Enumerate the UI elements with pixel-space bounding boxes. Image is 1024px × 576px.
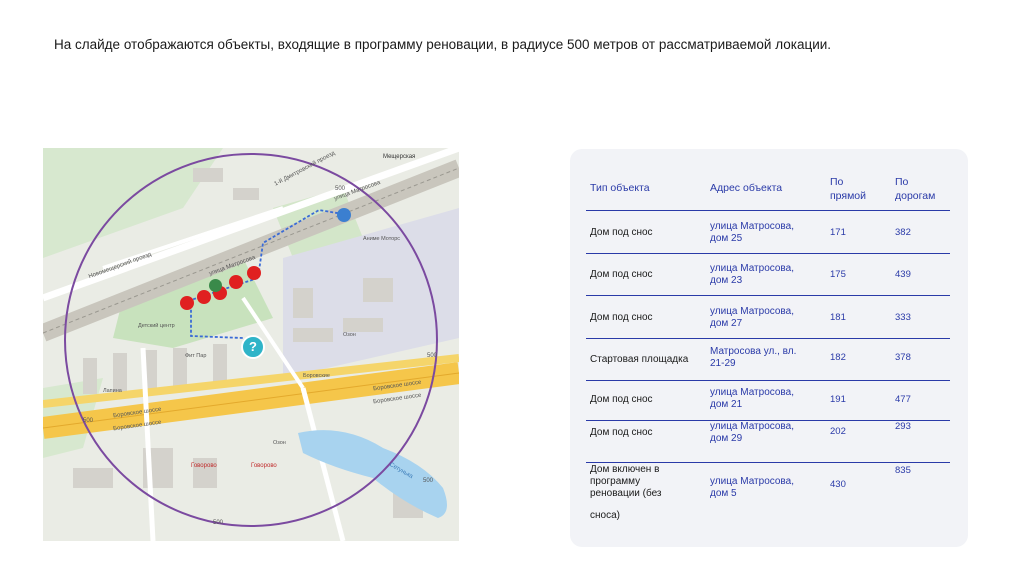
cell-address: улица Матросова, дом 27	[710, 306, 794, 329]
cell-type: Дом под снос	[590, 427, 653, 438]
row-divider	[586, 380, 950, 381]
radius-label: 500	[335, 186, 346, 192]
cell-straight: 171	[830, 227, 846, 238]
header-type: Тип объекта	[590, 182, 650, 194]
cell-straight: 202	[830, 426, 846, 437]
demolition-marker[interactable]	[180, 296, 194, 310]
cell-roads: 477	[895, 394, 911, 405]
cell-address: улица Матросова, дом 23	[710, 263, 794, 286]
demolition-marker[interactable]	[197, 290, 211, 304]
cell-address: улица Матросова, дом 21	[710, 387, 794, 410]
slide-caption: На слайде отображаются объекты, входящие…	[54, 37, 832, 52]
cell-type: Дом под снос	[590, 394, 653, 405]
radius-label: 500	[423, 478, 434, 484]
header-straight: По прямой	[830, 176, 867, 202]
place-label: Фит Пар	[185, 353, 207, 359]
radius-label: 500	[427, 353, 438, 359]
cell-type: Дом включен в программу реновации (без с…	[590, 464, 662, 521]
place-label: Аниме Моторс	[363, 236, 401, 242]
row-divider	[586, 295, 950, 296]
cell-address: Матросова ул., вл. 21-29	[710, 346, 797, 369]
demolition-marker[interactable]	[229, 275, 243, 289]
cell-type: Дом под снос	[590, 227, 653, 238]
cell-type: Дом под снос	[590, 269, 653, 280]
radius-label: 500	[213, 520, 224, 526]
cell-address: улица Матросова, дом 29	[710, 421, 794, 444]
metro-label: Говорово	[191, 463, 217, 469]
row-divider	[586, 462, 950, 463]
row-divider	[586, 210, 950, 211]
cell-roads: 382	[895, 227, 911, 238]
header-address: Адрес объекта	[710, 182, 783, 194]
cell-straight: 191	[830, 394, 846, 405]
cell-type: Стартовая площадка	[590, 354, 689, 365]
header-roads: По дорогам	[895, 176, 936, 202]
cell-straight: 430	[830, 479, 846, 490]
row-divider	[586, 253, 950, 254]
place-label: Детский центр	[138, 323, 175, 329]
row-divider	[586, 338, 950, 339]
distance-table-panel: Тип объекта Адрес объекта По прямой По дор…	[570, 149, 968, 547]
place-label: Озон	[273, 440, 286, 446]
radius-label: 500	[83, 418, 94, 424]
target-location-icon[interactable]: ?	[241, 335, 265, 359]
cell-address: улица Матросова, дом 5	[710, 476, 794, 499]
cell-straight: 175	[830, 269, 846, 280]
cell-roads: 293	[895, 421, 911, 432]
renovation-no-demolition-marker[interactable]	[337, 208, 351, 222]
cell-straight: 182	[830, 352, 846, 363]
place-label: Лапина	[103, 388, 122, 394]
cell-roads: 333	[895, 312, 911, 323]
metro-label: Мещерская	[383, 154, 416, 160]
location-map[interactable]: 1-й Дмитровский проезд Новомещерский про…	[43, 148, 459, 541]
cell-roads: 439	[895, 269, 911, 280]
demolition-marker[interactable]	[247, 266, 261, 280]
cell-straight: 181	[830, 312, 846, 323]
cell-roads: 835	[895, 465, 911, 476]
place-label: Озон	[343, 332, 356, 338]
place-label: Боровские	[303, 373, 330, 379]
cell-roads: 378	[895, 352, 911, 363]
start-site-marker[interactable]	[209, 279, 222, 292]
cell-type: Дом под снос	[590, 312, 653, 323]
cell-address: улица Матросова, дом 25	[710, 221, 794, 244]
metro-label: Говорово	[251, 463, 277, 469]
